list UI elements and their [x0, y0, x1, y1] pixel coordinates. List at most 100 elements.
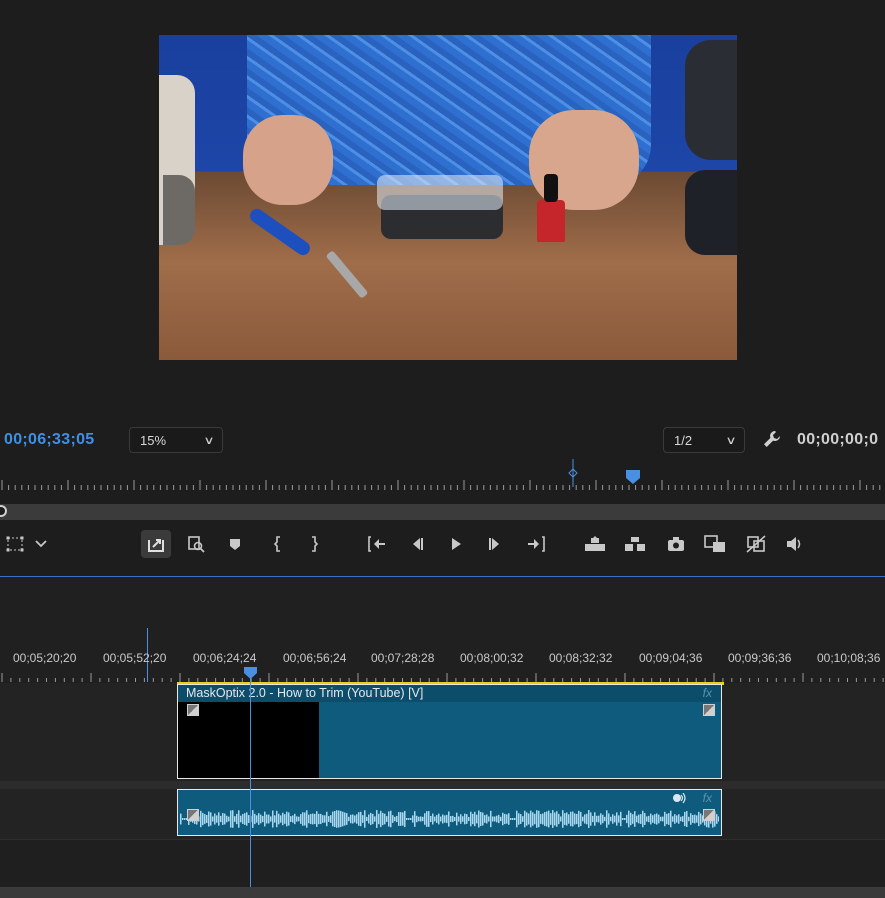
waveform-bar: [274, 815, 276, 823]
wrench-icon[interactable]: [762, 429, 782, 449]
export-frame-camera-button[interactable]: [661, 530, 691, 558]
waveform-bar: [452, 815, 454, 823]
waveform-bar: [236, 813, 238, 825]
audio-clip[interactable]: fx: [177, 789, 722, 836]
waveform-bar: [580, 811, 582, 827]
waveform-bar: [210, 812, 212, 826]
waveform-bar: [520, 814, 522, 824]
extract-button[interactable]: [620, 530, 650, 558]
waveform-bar: [258, 813, 260, 825]
clip-start-handle-icon[interactable]: [187, 809, 199, 821]
timeline-scrollbar[interactable]: [0, 887, 885, 898]
waveform-bar: [268, 814, 270, 824]
zoom-level-select[interactable]: 15% ∨: [129, 427, 223, 453]
waveform-bar: [484, 815, 486, 823]
waveform-bar: [496, 815, 498, 823]
video-hand-left: [243, 115, 333, 205]
waveform-bar: [322, 815, 324, 823]
waveform-bar: [282, 812, 284, 826]
waveform-bar: [676, 815, 678, 823]
waveform-bar: [510, 818, 512, 820]
waveform-bar: [588, 810, 590, 828]
export-frame-active-icon: [148, 539, 164, 552]
waveform-bar: [224, 813, 226, 825]
mark-in-button[interactable]: [263, 530, 293, 558]
waveform-bar: [478, 810, 480, 828]
waveform-bar: [378, 813, 380, 825]
waveform-bar: [574, 813, 576, 825]
video-preview[interactable]: [159, 35, 737, 360]
waveform-bar: [674, 814, 676, 824]
waveform-bar: [658, 814, 660, 824]
waveform-bar: [648, 815, 650, 823]
monitor-zoom-scrollbar[interactable]: [0, 504, 885, 520]
waveform-bar: [422, 816, 424, 822]
waveform-bar: [554, 812, 556, 826]
waveform-bar: [432, 813, 434, 825]
waveform-bar: [508, 813, 510, 825]
waveform-bar: [538, 810, 540, 828]
go-to-in-button[interactable]: [362, 530, 392, 558]
add-marker-button[interactable]: [220, 530, 250, 558]
waveform-bar: [628, 810, 630, 828]
volume-button[interactable]: [780, 530, 810, 558]
waveform-bar: [690, 813, 692, 825]
waveform-bar: [360, 811, 362, 827]
timeline-time-ruler[interactable]: [0, 668, 885, 682]
waveform-bar: [614, 815, 616, 823]
waveform-bar: [304, 812, 306, 826]
waveform-bar: [204, 814, 206, 824]
clip-start-handle-icon[interactable]: [187, 704, 199, 716]
waveform-bar: [406, 818, 408, 820]
waveform-bar: [246, 812, 248, 826]
waveform-bar: [662, 816, 664, 822]
waveform-bar: [644, 813, 646, 825]
voice-enhance-icon[interactable]: [672, 793, 688, 805]
compare-view-button[interactable]: [700, 530, 730, 558]
monitor-time-ruler[interactable]: [0, 474, 885, 490]
go-to-out-icon: [528, 536, 545, 552]
waveform-bar: [276, 810, 278, 828]
empty-track-area: [0, 839, 885, 888]
fx-badge[interactable]: fx: [703, 686, 712, 700]
waveform-bar: [696, 815, 698, 823]
playhead-line[interactable]: [250, 668, 251, 887]
playhead-handle[interactable]: [244, 667, 257, 679]
waveform-bar: [700, 813, 702, 825]
transform-menu-button[interactable]: [26, 530, 56, 558]
playback-resolution-value: 1/2: [674, 432, 693, 448]
step-back-button[interactable]: [402, 530, 432, 558]
clip-end-handle-icon[interactable]: [703, 809, 715, 821]
waveform-bar: [344, 812, 346, 826]
monitor-playhead[interactable]: [625, 469, 641, 485]
waveform-bar: [600, 813, 602, 825]
waveform-bar: [654, 814, 656, 824]
waveform-bar: [320, 813, 322, 825]
mark-out-button[interactable]: [299, 530, 329, 558]
export-frame-button[interactable]: [141, 530, 171, 558]
video-clip[interactable]: MaskOptix 2.0 - How to Trim (YouTube) [V…: [177, 684, 722, 779]
waveform-bar: [374, 816, 376, 822]
waveform-bar: [568, 814, 570, 824]
play-button[interactable]: [441, 530, 471, 558]
step-forward-button[interactable]: [480, 530, 510, 558]
go-to-out-button[interactable]: [521, 530, 551, 558]
waveform-bar: [390, 810, 392, 828]
waveform-bar: [500, 816, 502, 822]
zoom-button[interactable]: [181, 530, 211, 558]
waveform-bar: [428, 811, 430, 827]
extract-icon: [625, 537, 645, 551]
current-timecode[interactable]: 00;06;33;05: [4, 431, 94, 449]
waveform-bar: [596, 815, 598, 823]
mark-in-icon: [273, 536, 280, 552]
waveform-bar: [376, 810, 378, 828]
lift-button[interactable]: [580, 530, 610, 558]
waveform-bar: [610, 816, 612, 822]
waveform-bar: [364, 810, 366, 828]
waveform-bar: [572, 811, 574, 827]
playback-resolution-select[interactable]: 1/2 ∨: [663, 427, 745, 453]
proxy-toggle-button[interactable]: [741, 530, 771, 558]
waveform-bar: [560, 816, 562, 822]
fx-badge[interactable]: fx: [703, 791, 712, 805]
clip-end-handle-icon[interactable]: [703, 704, 715, 716]
